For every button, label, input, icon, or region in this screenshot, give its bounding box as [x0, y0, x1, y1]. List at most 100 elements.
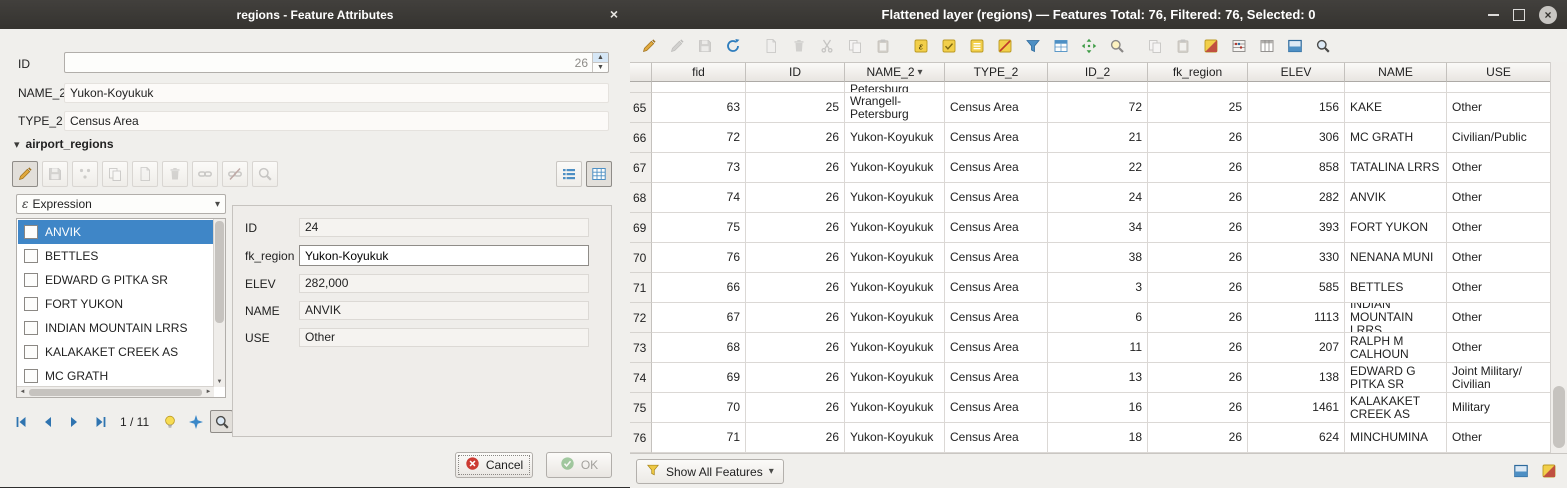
last-feature-button[interactable]: [88, 410, 111, 433]
ok-button[interactable]: OK: [546, 452, 612, 478]
field-value-fk_region[interactable]: [299, 245, 589, 266]
column-header-elev[interactable]: ELEV: [1248, 62, 1345, 82]
table-cell[interactable]: Petersburg: [845, 82, 945, 93]
multi-edit-button[interactable]: [664, 33, 690, 59]
table-cell[interactable]: 26: [746, 273, 845, 303]
scroll-left-icon[interactable]: ◄: [17, 389, 28, 395]
table-cell[interactable]: 70: [652, 393, 746, 423]
select-all-button[interactable]: [936, 33, 962, 59]
table-cell[interactable]: 72: [652, 123, 746, 153]
table-cell[interactable]: TATALINA LRRS: [1345, 153, 1447, 183]
checkbox[interactable]: [24, 321, 38, 335]
table-cell[interactable]: Census Area: [945, 153, 1048, 183]
maximize-icon[interactable]: [1513, 9, 1525, 21]
conditional-formatting-button[interactable]: [1198, 33, 1224, 59]
spin-down-icon[interactable]: ▼: [593, 62, 608, 72]
table-cell[interactable]: 624: [1248, 423, 1345, 453]
checkbox[interactable]: [24, 297, 38, 311]
table-cell[interactable]: 6: [1048, 303, 1148, 333]
table-cell[interactable]: 16: [1048, 393, 1148, 423]
list-horizontal-scrollbar[interactable]: ◄ ►: [17, 386, 214, 397]
deselect-all-button[interactable]: [992, 33, 1018, 59]
table-cell[interactable]: 25: [1148, 93, 1248, 123]
table-cell[interactable]: 26: [746, 423, 845, 453]
table-cell[interactable]: 3: [1048, 273, 1148, 303]
link-feature-button[interactable]: [192, 161, 218, 187]
table-cell[interactable]: 26: [1148, 333, 1248, 363]
form-view-button[interactable]: [556, 161, 582, 187]
table-cell[interactable]: Census Area: [945, 333, 1048, 363]
search-widget-button[interactable]: [1310, 33, 1336, 59]
reload-button[interactable]: [720, 33, 746, 59]
highlight-current-feature-button[interactable]: [158, 410, 181, 433]
scroll-right-icon[interactable]: ►: [203, 389, 214, 395]
dialog-titlebar[interactable]: regions - Feature Attributes ×: [0, 0, 630, 29]
table-cell[interactable]: KAKE: [1345, 93, 1447, 123]
checkbox[interactable]: [24, 273, 38, 287]
table-cell[interactable]: BETTLES: [1345, 273, 1447, 303]
zoom-to-selection-button[interactable]: [1104, 33, 1130, 59]
table-cell[interactable]: 585: [1248, 273, 1345, 303]
list-item[interactable]: BETTLES: [18, 244, 213, 268]
table-cell[interactable]: 138: [1248, 363, 1345, 393]
zoom-to-feature-button[interactable]: [210, 410, 233, 433]
row-number[interactable]: 73: [630, 333, 652, 363]
column-header-name[interactable]: NAME: [1345, 62, 1447, 82]
table-cell[interactable]: 74: [652, 183, 746, 213]
list-item[interactable]: KALAKAKET CREEK AS: [18, 340, 213, 364]
table-cell[interactable]: 25: [746, 93, 845, 123]
table-cell[interactable]: Yukon-Koyukuk: [845, 363, 945, 393]
list-item[interactable]: MC GRATH: [18, 364, 213, 386]
table-cell[interactable]: 26: [1148, 153, 1248, 183]
table-cell[interactable]: [746, 82, 845, 93]
table-cell[interactable]: 26: [1148, 393, 1248, 423]
table-cell[interactable]: Civilian/Public: [1447, 123, 1551, 153]
add-feature-button[interactable]: [758, 33, 784, 59]
row-number[interactable]: 67: [630, 153, 652, 183]
table-cell[interactable]: Yukon-Koyukuk: [845, 153, 945, 183]
table-cell[interactable]: 26: [1148, 273, 1248, 303]
cut-features-button[interactable]: [814, 33, 840, 59]
table-cell[interactable]: EDWARD G PITKA SR: [1345, 363, 1447, 393]
conditional-formatting-panel-button[interactable]: [1539, 461, 1559, 481]
close-icon[interactable]: ×: [610, 6, 618, 22]
pan-to-selection-button[interactable]: [1076, 33, 1102, 59]
table-cell[interactable]: 26: [1148, 423, 1248, 453]
type2-field[interactable]: Census Area: [64, 111, 609, 131]
checkbox[interactable]: [24, 369, 38, 383]
row-number[interactable]: 74: [630, 363, 652, 393]
scrollbar-thumb[interactable]: [29, 389, 202, 396]
table-cell[interactable]: 73: [652, 153, 746, 183]
toggle-editing-child-button[interactable]: [12, 161, 38, 187]
dock-attribute-table-button[interactable]: [1511, 461, 1531, 481]
field-calculator-button[interactable]: [1226, 33, 1252, 59]
list-item[interactable]: ANVIK: [18, 220, 213, 244]
organize-columns-button[interactable]: [1254, 33, 1280, 59]
list-item[interactable]: EDWARD G PITKA SR: [18, 268, 213, 292]
table-cell[interactable]: Census Area: [945, 183, 1048, 213]
table-cell[interactable]: NENANA MUNI: [1345, 243, 1447, 273]
table-cell[interactable]: 393: [1248, 213, 1345, 243]
copy-selection-button[interactable]: [1142, 33, 1168, 59]
table-cell[interactable]: [1148, 82, 1248, 93]
duplicate-child-feature-button[interactable]: [102, 161, 128, 187]
table-cell[interactable]: 26: [746, 213, 845, 243]
column-header-type_2[interactable]: TYPE_2: [945, 62, 1048, 82]
table-cell[interactable]: Census Area: [945, 303, 1048, 333]
table-cell[interactable]: ANVIK: [1345, 183, 1447, 213]
column-header-id_2[interactable]: ID_2: [1048, 62, 1148, 82]
table-cell[interactable]: 26: [1148, 363, 1248, 393]
table-cell[interactable]: Yukon-Koyukuk: [845, 273, 945, 303]
table-cell[interactable]: 26: [746, 123, 845, 153]
id-input[interactable]: [65, 53, 592, 72]
table-cell[interactable]: 858: [1248, 153, 1345, 183]
table-cell[interactable]: Other: [1447, 93, 1551, 123]
table-cell[interactable]: 26: [746, 333, 845, 363]
import-child-feature-button[interactable]: [132, 161, 158, 187]
checkbox[interactable]: [24, 249, 38, 263]
table-cell[interactable]: Census Area: [945, 93, 1048, 123]
zoom-to-child-button[interactable]: [252, 161, 278, 187]
table-cell[interactable]: 71: [652, 423, 746, 453]
table-cell[interactable]: 38: [1048, 243, 1148, 273]
table-cell[interactable]: 26: [746, 393, 845, 423]
